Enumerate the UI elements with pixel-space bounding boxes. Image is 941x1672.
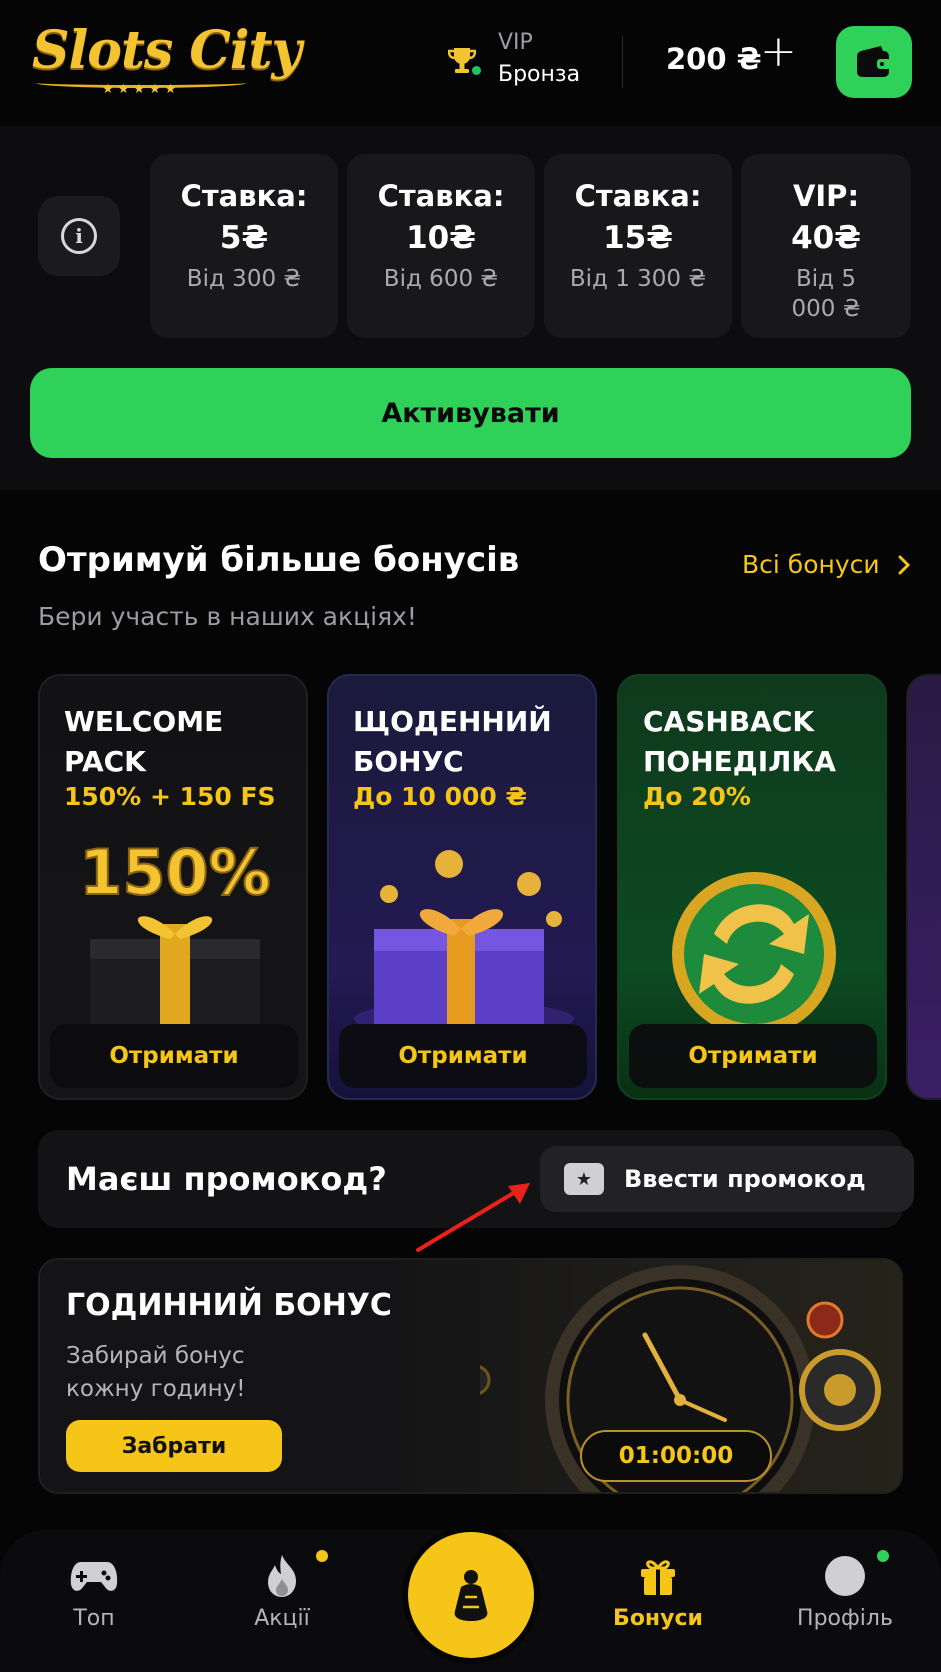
info-icon: i bbox=[61, 218, 97, 254]
casino-icon bbox=[454, 1570, 488, 1621]
header-divider bbox=[622, 36, 623, 88]
gift-icon bbox=[641, 1560, 675, 1595]
claim-hourly-bonus-button[interactable]: Забрати bbox=[66, 1420, 282, 1472]
bet-option-amount: 5₴ bbox=[219, 220, 269, 256]
wallet-icon bbox=[857, 46, 891, 77]
bonus-card-daily[interactable]: ЩОДЕННИЙ БОНУС До 10 000 ₴ Отримати bbox=[327, 674, 597, 1100]
cashback-coin-art bbox=[672, 872, 836, 1024]
app-header: Slots City ★★★★★ VIP Бронза 200 ₴ + bbox=[0, 0, 941, 124]
enter-promocode-button[interactable]: ★ Ввести промокод bbox=[540, 1146, 914, 1212]
bet-option-min-deposit: Від 300 ₴ bbox=[186, 266, 302, 292]
nav-label: Профіль bbox=[797, 1606, 893, 1631]
vip-status-dot bbox=[472, 66, 481, 75]
logo-text: Slots City bbox=[32, 20, 302, 81]
bet-option-min-deposit: Від 5 000 ₴ bbox=[791, 266, 861, 322]
bonus-card-partial[interactable] bbox=[906, 674, 941, 1100]
nav-item-bonuses[interactable]: Бонуси bbox=[598, 1550, 718, 1631]
bonuses-section-subtitle: Бери участь в наших акціях! bbox=[38, 602, 417, 631]
get-bonus-button[interactable]: Отримати bbox=[50, 1024, 298, 1088]
bet-option-amount: 10₴ bbox=[406, 220, 476, 256]
nav-label: Акції bbox=[254, 1606, 310, 1631]
fire-icon bbox=[268, 1555, 296, 1597]
nav-item-profile[interactable]: Профіль bbox=[785, 1550, 905, 1631]
hourly-bonus-subtitle: Забирай бонус кожну годину! bbox=[66, 1343, 246, 1402]
bonus-card-title: ЩОДЕННИЙ БОНУС bbox=[353, 705, 552, 778]
bet-option-card[interactable]: Ставка: 5₴ Від 300 ₴ bbox=[150, 154, 338, 338]
info-button[interactable]: i bbox=[38, 196, 120, 276]
bet-option-card[interactable]: Ставка: 10₴ Від 600 ₴ bbox=[347, 154, 535, 338]
activate-button[interactable]: Активувати bbox=[30, 368, 911, 458]
vip-label: VIP bbox=[498, 30, 533, 55]
bet-option-card[interactable]: Ставка: 15₴ Від 1 300 ₴ bbox=[544, 154, 732, 338]
casino-center-button[interactable] bbox=[408, 1532, 534, 1658]
red-arrow-annotation bbox=[416, 1183, 530, 1252]
purple-gift-art bbox=[354, 850, 574, 1024]
bonus-card-offer: До 10 000 ₴ bbox=[353, 782, 528, 811]
all-bonuses-link[interactable]: Всі бонуси bbox=[742, 550, 912, 579]
bet-option-amount: 15₴ bbox=[603, 220, 673, 256]
nav-item-promotions[interactable]: Акції bbox=[222, 1550, 342, 1631]
art-150-text: 150% bbox=[79, 844, 271, 909]
promotions-notification-dot bbox=[316, 1550, 328, 1562]
gamepad-icon bbox=[70, 1562, 118, 1591]
bonuses-section-title: Отримуй більше бонусів bbox=[38, 540, 520, 580]
bonus-card-offer: 150% + 150 FS bbox=[64, 782, 276, 811]
bet-panel: i Ставка: 5₴ Від 300 ₴ Ставка: 10₴ Від 6… bbox=[0, 126, 941, 490]
hourly-bonus-card: ГОДИННИЙ БОНУС Забирай бонус кожну годин… bbox=[38, 1258, 903, 1494]
bonus-card-title: CASHBACK ПОНЕДІЛКА bbox=[643, 705, 836, 778]
chevron-right-icon bbox=[898, 555, 910, 575]
bonus-card-offer: До 20% bbox=[643, 782, 751, 811]
enter-promocode-label: Ввести промокод bbox=[624, 1165, 866, 1193]
all-bonuses-label: Всі бонуси bbox=[742, 550, 880, 579]
bet-option-title: VIP: bbox=[792, 179, 860, 213]
gold-gift-art: 150% bbox=[78, 844, 272, 1024]
bet-option-card-vip[interactable]: VIP: 40₴ Від 5 000 ₴ bbox=[741, 154, 911, 338]
bet-option-min-deposit: Від 1 300 ₴ bbox=[569, 266, 707, 292]
get-bonus-button[interactable]: Отримати bbox=[629, 1024, 877, 1088]
ticket-icon: ★ bbox=[564, 1163, 604, 1195]
get-bonus-button[interactable]: Отримати bbox=[339, 1024, 587, 1088]
nav-item-top[interactable]: Топ bbox=[34, 1550, 154, 1631]
bonus-card-cashback[interactable]: CASHBACK ПОНЕДІЛКА До 20% Отримати bbox=[617, 674, 887, 1100]
hourly-bonus-title: ГОДИННИЙ БОНУС bbox=[66, 1288, 392, 1323]
nav-label: Топ bbox=[73, 1606, 115, 1631]
balance-amount: 200 ₴ bbox=[666, 42, 762, 76]
bet-option-title: Ставка: bbox=[180, 179, 308, 213]
vip-level: Бронза bbox=[498, 62, 581, 87]
bonus-card-title: WELCOME PACK bbox=[64, 705, 224, 778]
wallet-button[interactable] bbox=[836, 26, 912, 98]
hourly-bonus-timer: 01:00:00 bbox=[580, 1430, 772, 1482]
slots-city-logo[interactable]: Slots City ★★★★★ bbox=[32, 20, 302, 102]
bet-option-min-deposit: Від 600 ₴ bbox=[383, 266, 499, 292]
bonus-card-welcome[interactable]: WELCOME PACK 150% + 150 FS 150% Отримати bbox=[38, 674, 308, 1100]
profile-notification-dot bbox=[877, 1550, 889, 1562]
bet-option-title: Ставка: bbox=[574, 179, 702, 213]
deposit-plus-button[interactable]: + bbox=[760, 30, 797, 74]
promocode-question: Маєш промокод? bbox=[66, 1160, 387, 1198]
profile-icon bbox=[825, 1556, 865, 1596]
bet-option-title: Ставка: bbox=[377, 179, 505, 213]
nav-label: Бонуси bbox=[613, 1606, 703, 1631]
bet-option-amount: 40₴ bbox=[791, 220, 861, 256]
logo-stars: ★★★★★ bbox=[102, 82, 181, 97]
